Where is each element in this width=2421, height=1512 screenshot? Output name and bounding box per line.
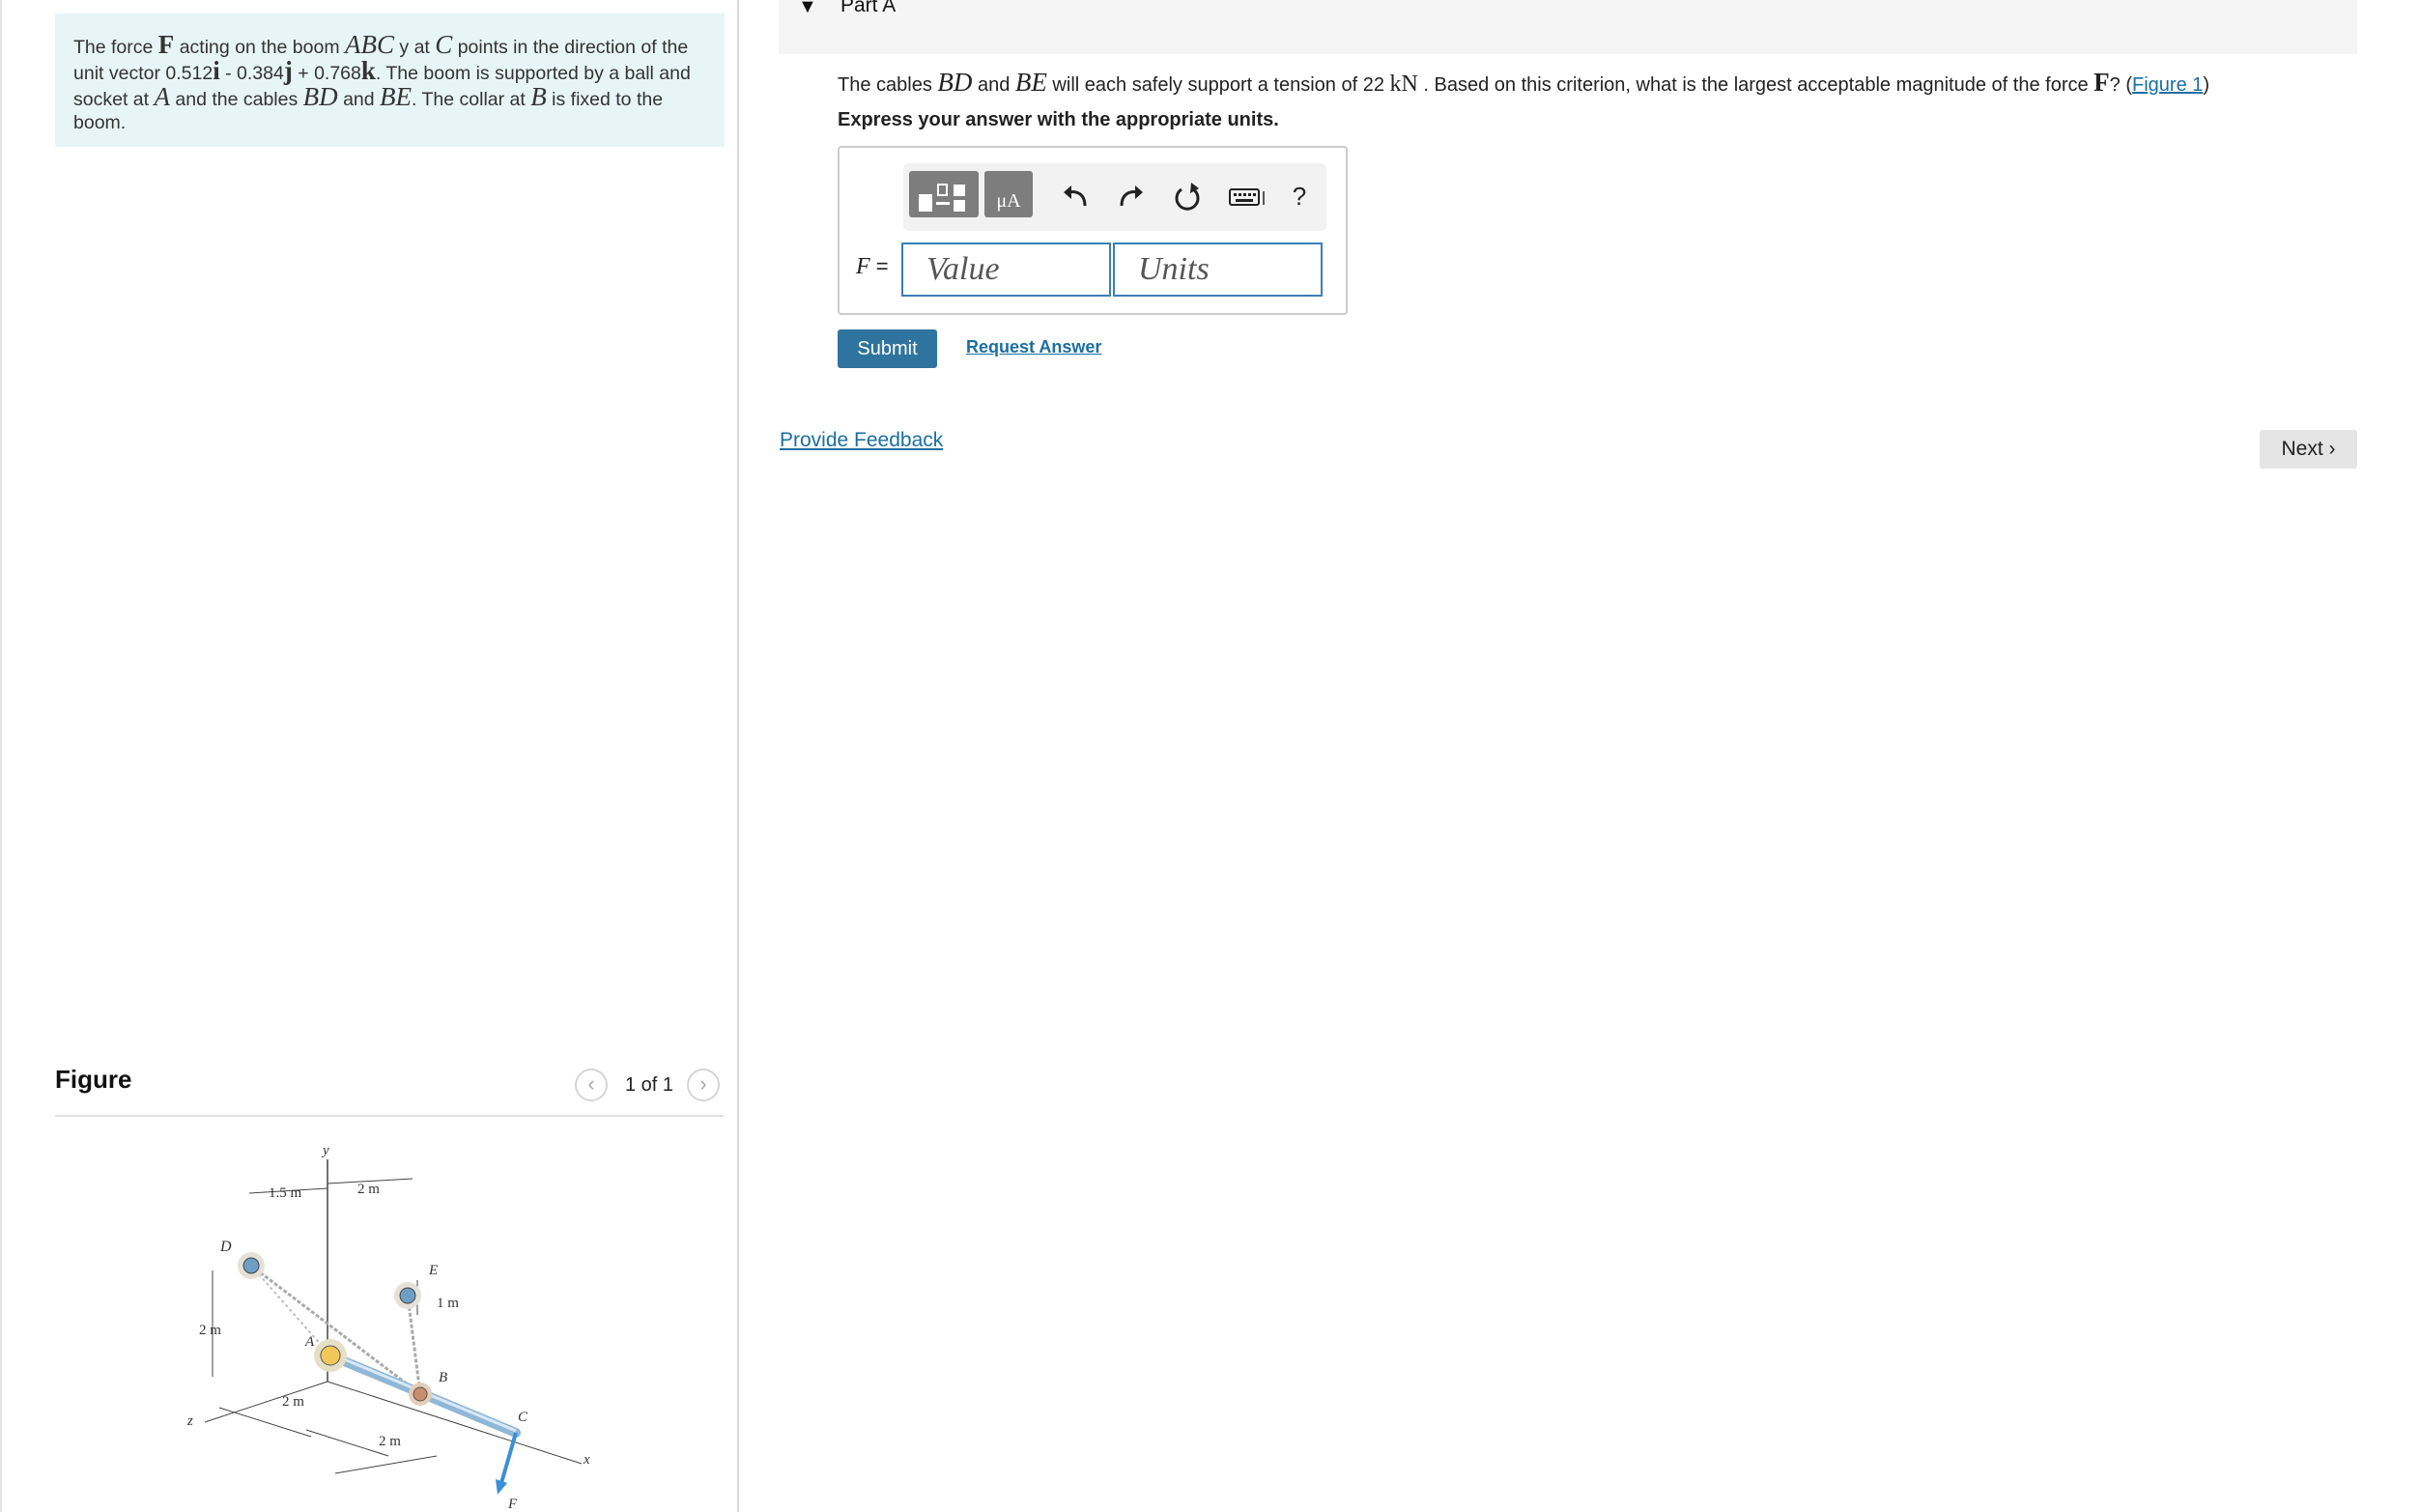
axis-label-z: z (186, 1413, 193, 1429)
problem-text: . The collar at (412, 89, 531, 110)
figure-image: y x z D E A B C F 1.5 m 2 m 1 m 2 m 2 m … (186, 1143, 590, 1512)
problem-text: and the cables (169, 89, 303, 110)
axis-label-y: y (321, 1143, 329, 1158)
math-abc: ABC (345, 30, 394, 59)
answer-variable: F (856, 254, 870, 279)
math-c: C (435, 30, 453, 59)
math-unit-kn: kN (1389, 71, 1418, 97)
problem-text: - 0.384 (219, 63, 284, 84)
point-label-f: F (507, 1497, 518, 1512)
answer-label: F = (856, 254, 889, 280)
answer-equals: = (869, 254, 889, 278)
question-fragment: The cables (838, 74, 938, 96)
question-fragment: will each safely support a tension of 22 (1046, 74, 1390, 96)
figure-title: Figure (55, 1065, 132, 1094)
request-answer-link[interactable]: Request Answer (966, 337, 1101, 357)
dimension-label: 2 m (199, 1323, 221, 1338)
question-fragment: and (972, 74, 1015, 96)
math-a: A (154, 82, 170, 111)
point-label-b: B (439, 1370, 447, 1385)
submit-button[interactable]: Submit (838, 329, 937, 368)
figure-header: Figure ‹ 1 of 1 › (55, 1053, 724, 1117)
point-label-d: D (219, 1239, 232, 1255)
redo-icon[interactable] (1114, 177, 1149, 215)
part-title: Part A (840, 0, 897, 16)
reset-icon[interactable] (1170, 177, 1205, 215)
axis-label-x: x (583, 1452, 590, 1468)
value-input[interactable]: Value (901, 242, 1111, 297)
math-i: i (213, 56, 220, 85)
answer-box: μA ? F = Value Units (838, 146, 1348, 315)
math-bd: BD (937, 68, 973, 97)
math-be: BE (380, 82, 413, 111)
point-label-e: E (428, 1263, 438, 1278)
help-icon[interactable]: ? (1282, 177, 1317, 215)
units-input[interactable]: Units (1113, 242, 1323, 297)
next-button[interactable]: Next › (2260, 430, 2357, 469)
question-fragment: ? ( (2109, 74, 2132, 96)
answer-instruction: Express your answer with the appropriate… (838, 109, 1279, 130)
provide-feedback-link[interactable]: Provide Feedback (780, 429, 943, 452)
problem-text: + 0.768 (292, 63, 361, 84)
dimension-label: 2 m (357, 1182, 380, 1197)
units-icon[interactable]: μA (984, 171, 1033, 217)
part-a-header[interactable]: ▼ Part A (779, 0, 2357, 54)
dimension-label: 1.5 m (269, 1185, 302, 1201)
math-f: F (157, 30, 175, 59)
math-j: j (283, 56, 293, 85)
dimension-label: 2 m (379, 1434, 401, 1449)
chevron-right-icon[interactable]: › (687, 1069, 720, 1101)
dimension-label: 2 m (282, 1394, 304, 1410)
chevron-right-icon: › (2328, 438, 2336, 460)
undo-icon[interactable] (1058, 177, 1093, 215)
math-b: B (530, 82, 547, 111)
math-toolbar: μA ? (903, 163, 1326, 231)
keyboard-icon[interactable] (1226, 177, 1268, 215)
problem-text: y at (394, 37, 436, 58)
point-label-a: A (304, 1334, 315, 1350)
templates-icon[interactable] (909, 171, 979, 217)
next-label: Next (2281, 438, 2323, 460)
math-be: BE (1014, 68, 1047, 97)
point-label-c: C (518, 1410, 528, 1425)
dimension-label: 1 m (437, 1296, 459, 1311)
problem-text: and (337, 89, 381, 110)
question-fragment: . Based on this criterion, what is the l… (1417, 74, 2094, 96)
math-f: F (2093, 68, 2110, 97)
caret-down-icon[interactable]: ▼ (798, 0, 817, 18)
math-bd: BD (302, 82, 338, 111)
problem-text: The force (73, 37, 158, 58)
problem-statement: The force F acting on the boom ABC y at … (55, 14, 725, 147)
figure-pager-count: 1 of 1 (625, 1074, 674, 1096)
problem-text: acting on the boom (174, 37, 345, 58)
figure-link[interactable]: Figure 1 (2132, 74, 2203, 96)
question-text: The cables BD and BE will each safely su… (838, 68, 2209, 98)
chevron-left-icon[interactable]: ‹ (575, 1069, 608, 1101)
left-panel: The force F acting on the boom ABC y at … (0, 0, 739, 1512)
question-fragment: ) (2203, 74, 2210, 96)
math-k: k (360, 56, 376, 85)
